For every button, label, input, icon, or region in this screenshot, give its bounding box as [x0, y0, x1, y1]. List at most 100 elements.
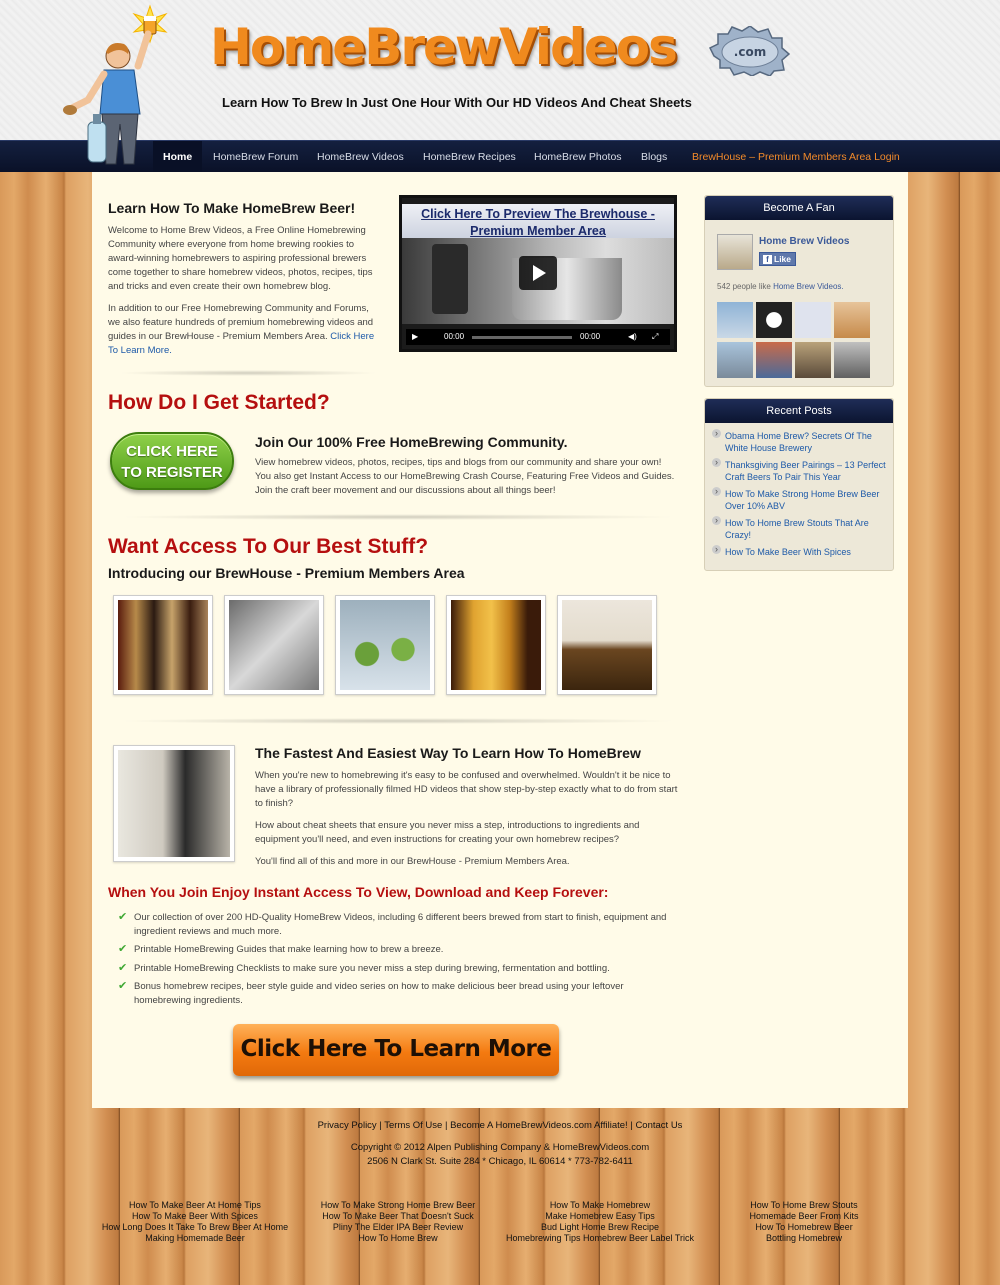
fan-avatar[interactable]: [834, 342, 870, 378]
play-small-icon[interactable]: ▶: [412, 329, 418, 345]
contact-us-link[interactable]: Contact Us: [635, 1120, 682, 1131]
copyright: Copyright © 2012 Alpen Publishing Compan…: [350, 1142, 650, 1153]
premium-thumb-bottles[interactable]: [113, 595, 213, 695]
recent-post-link[interactable]: How To Make Strong Home Brew Beer Over 1…: [705, 487, 893, 512]
nav-blogs[interactable]: Blogs: [631, 141, 677, 173]
total-time: 00:00: [580, 332, 601, 341]
likes-count: 542 people like Home Brew Videos.: [717, 282, 844, 291]
volume-icon[interactable]: ◀): [628, 329, 637, 345]
fan-avatar[interactable]: [756, 342, 792, 378]
fan-avatar[interactable]: [717, 302, 753, 338]
footer-seo-link[interactable]: Homebrewing Tips Homebrew Beer Label Tri…: [500, 1233, 700, 1244]
community-paragraph: View homebrew videos, photos, recipes, t…: [255, 457, 675, 496]
brewer-mascot-icon: [63, 4, 168, 165]
recent-post-link[interactable]: Obama Home Brew? Secrets Of The White Ho…: [705, 429, 893, 454]
footer-seo-link[interactable]: Bud Light Home Brew Recipe: [500, 1222, 700, 1233]
video-title-link[interactable]: Click Here To Preview The Brewhouse - Pr…: [402, 204, 674, 242]
footer-seo-link[interactable]: Pliny The Elder IPA Beer Review: [310, 1222, 486, 1233]
nav-homebrew-recipes[interactable]: HomeBrew Recipes: [413, 141, 526, 173]
fastest-paragraph-1: When you're new to homebrewing it's easy…: [255, 770, 678, 809]
community-section: Join Our 100% Free HomeBrewing Community…: [255, 434, 675, 498]
nav-homebrew-videos[interactable]: HomeBrew Videos: [307, 141, 414, 173]
best-stuff-heading: Want Access To Our Best Stuff?: [108, 535, 429, 558]
learn-more-cta-button[interactable]: Click Here To Learn More: [233, 1024, 559, 1076]
become-fan-title: Become A Fan: [705, 196, 893, 220]
fan-avatar[interactable]: [717, 342, 753, 378]
join-heading: When You Join Enjoy Instant Access To Vi…: [108, 884, 609, 900]
facebook-icon: f: [763, 255, 772, 264]
page-avatar[interactable]: [717, 234, 753, 270]
current-time: 00:00: [444, 332, 465, 341]
fastest-section: The Fastest And Easiest Way To Learn How…: [255, 745, 680, 869]
footer-seo-link[interactable]: How To Make Homebrew: [500, 1200, 700, 1211]
recent-posts-widget: Recent Posts Obama Home Brew? Secrets Of…: [704, 398, 894, 571]
fastest-heading: The Fastest And Easiest Way To Learn How…: [255, 745, 641, 761]
footer-seo-link[interactable]: How To Make Beer That Doesn't Suck: [310, 1211, 486, 1222]
intro-paragraph-2: In addition to our Free Homebrewing Comm…: [108, 303, 375, 356]
recent-post-link[interactable]: Thanksgiving Beer Pairings – 13 Perfect …: [705, 458, 893, 483]
svg-text:.com: .com: [734, 45, 766, 59]
join-item: Printable HomeBrewing Guides that make l…: [118, 942, 678, 957]
join-item: Bonus homebrew recipes, beer style guide…: [118, 979, 678, 1008]
divider: [118, 514, 678, 520]
nav-homebrew-forum[interactable]: HomeBrew Forum: [203, 141, 308, 173]
premium-thumb-hops[interactable]: [335, 595, 435, 695]
community-heading: Join Our 100% Free HomeBrewing Community…: [255, 434, 568, 450]
fan-avatar[interactable]: [756, 302, 792, 338]
affiliate-link[interactable]: Become A HomeBrewVideos.com Affiliate!: [450, 1120, 628, 1131]
become-fan-widget: Become A Fan Home Brew Videos f Like 542 …: [704, 195, 894, 387]
footer-column-2: How To Make Strong Home Brew Beer How To…: [310, 1200, 486, 1244]
seek-bar[interactable]: [472, 336, 572, 339]
recent-post-link[interactable]: How To Make Beer With Spices: [705, 545, 893, 558]
fastest-paragraph-2: How about cheat sheets that ensure you n…: [255, 820, 640, 845]
fullscreen-icon[interactable]: ⤢: [652, 329, 658, 345]
join-item: Our collection of over 200 HD-Quality Ho…: [118, 910, 678, 939]
footer-seo-link[interactable]: Homemade Beer From Kits: [738, 1211, 870, 1222]
footer-column-4: How To Home Brew Stouts Homemade Beer Fr…: [738, 1200, 870, 1244]
play-button[interactable]: [519, 256, 557, 290]
address: 2506 N Clark St. Suite 284 * Chicago, IL…: [367, 1156, 633, 1167]
footer-seo-link[interactable]: Making Homemade Beer: [95, 1233, 295, 1244]
divider: [118, 718, 678, 724]
footer-column-3: How To Make Homebrew Make Homebrew Easy …: [500, 1200, 700, 1244]
register-button[interactable]: CLICK HERE TO REGISTER: [110, 432, 234, 490]
nav-homebrew-photos[interactable]: HomeBrew Photos: [524, 141, 632, 173]
footer-seo-link[interactable]: Make Homebrew Easy Tips: [500, 1211, 700, 1222]
preview-video-player[interactable]: Click Here To Preview The Brewhouse - Pr…: [399, 195, 677, 352]
divider: [118, 370, 378, 376]
brewer-photo: [113, 745, 235, 862]
footer-seo-link[interactable]: How To Home Brew Stouts: [738, 1200, 870, 1211]
page-name-link[interactable]: Home Brew Videos: [759, 236, 849, 247]
site-logo[interactable]: HomeBrewVideos: [210, 18, 678, 76]
get-started-heading: How Do I Get Started?: [108, 391, 330, 414]
best-stuff-subheading: Introducing our BrewHouse - Premium Memb…: [108, 565, 465, 581]
tagline: Learn How To Brew In Just One Hour With …: [222, 95, 692, 110]
bottle-cap-icon: .com: [708, 26, 790, 76]
video-controls: ▶ 00:00 00:00 ◀) ⤢: [406, 329, 670, 345]
join-item: Printable HomeBrewing Checklists to make…: [118, 961, 678, 976]
recent-post-link[interactable]: How To Home Brew Stouts That Are Crazy!: [705, 516, 893, 541]
privacy-policy-link[interactable]: Privacy Policy: [318, 1120, 377, 1131]
like-button[interactable]: f Like: [759, 252, 797, 266]
footer-seo-link[interactable]: Bottling Homebrew: [738, 1233, 870, 1244]
footer-seo-link[interactable]: How To Make Beer At Home Tips: [95, 1200, 295, 1211]
premium-thumb-brewing[interactable]: [224, 595, 324, 695]
premium-thumb-beer-glasses[interactable]: [446, 595, 546, 695]
footer-seo-link[interactable]: How To Homebrew Beer: [738, 1222, 870, 1233]
footer-seo-link[interactable]: How To Make Beer With Spices: [95, 1211, 295, 1222]
fan-avatar[interactable]: [795, 302, 831, 338]
fan-avatar[interactable]: [834, 302, 870, 338]
footer-seo-link[interactable]: How To Home Brew: [310, 1233, 486, 1244]
footer-seo-link[interactable]: How To Make Strong Home Brew Beer: [310, 1200, 486, 1211]
fan-avatar[interactable]: [795, 342, 831, 378]
intro-title: Learn How To Make HomeBrew Beer!: [108, 200, 356, 216]
premium-thumb-fermenters[interactable]: [557, 595, 657, 695]
footer-seo-link[interactable]: How Long Does It Take To Brew Beer At Ho…: [95, 1222, 295, 1233]
footer-links: Privacy Policy | Terms Of Use | Become A…: [317, 1120, 683, 1131]
intro-paragraph-1: Welcome to Home Brew Videos, a Free Onli…: [108, 225, 373, 292]
terms-of-use-link[interactable]: Terms Of Use: [384, 1120, 442, 1131]
fastest-paragraph-3: You'll find all of this and more in our …: [255, 856, 570, 867]
intro-section: Learn How To Make HomeBrew Beer! Welcome…: [108, 200, 380, 358]
nav-premium-login[interactable]: BrewHouse – Premium Members Area Login: [682, 141, 910, 173]
footer-column-1: How To Make Beer At Home Tips How To Mak…: [95, 1200, 295, 1244]
